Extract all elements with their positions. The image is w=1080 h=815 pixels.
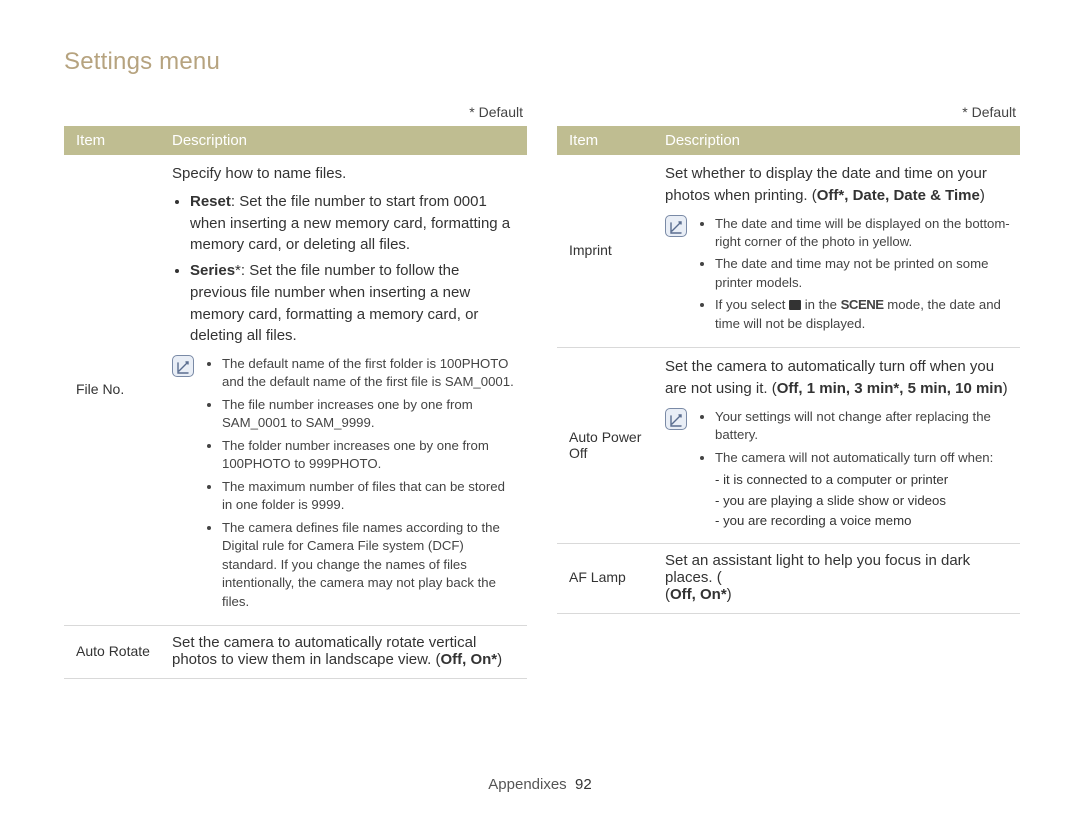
scene-note-mid: in the (801, 297, 841, 312)
bullet-name: Series (190, 262, 235, 279)
auto-rotate-text: Set the camera to automatically rotate v… (172, 634, 476, 668)
frame-icon (789, 300, 801, 310)
item-label-auto-power-off: Auto Power Off (557, 348, 653, 543)
scene-word: SCENE (841, 297, 884, 312)
description-cell-auto-rotate: Set the camera to automatically rotate v… (160, 626, 527, 679)
af-lamp-text: Set an assistant light to help you focus… (665, 552, 970, 586)
header-item: Item (557, 126, 653, 155)
list-item: The file number increases one by one fro… (222, 396, 517, 433)
description-cell-af-lamp: Set an assistant light to help you focus… (653, 543, 1020, 613)
bullet-text: : Set the file number to start from 0001… (190, 193, 510, 254)
right-column: * Default Item Description Imprint Set w… (557, 104, 1020, 679)
left-column: * Default Item Description File No. Spec… (64, 104, 527, 679)
note-icon (665, 215, 687, 237)
list-item: The date and time will be displayed on t… (715, 215, 1010, 252)
file-no-main-list: Reset: Set the file number to start from… (172, 191, 517, 347)
list-item: The default name of the first folder is … (222, 355, 517, 392)
apo-options: Off, 1 min, 3 min*, 5 min, 10 min (777, 380, 1003, 397)
list-item: If you select in the SCENE mode, the dat… (715, 296, 1010, 333)
document-page: Settings menu * Default Item Description… (0, 0, 1080, 815)
list-item: Series*: Set the file number to follow t… (190, 260, 517, 347)
description-cell-auto-power-off: Set the camera to automatically turn off… (653, 348, 1020, 543)
default-note: * Default (557, 104, 1020, 120)
note-block: The date and time will be displayed on t… (665, 215, 1010, 338)
list-item: The camera defines file names according … (222, 519, 517, 611)
table-header-row: Item Description (64, 126, 527, 155)
table-row: AF Lamp Set an assistant light to help y… (557, 543, 1020, 613)
imprint-notes: The date and time will be displayed on t… (697, 215, 1010, 338)
description-cell-file-no: Specify how to name files. Reset: Set th… (160, 155, 527, 626)
item-label-file-no: File No. (64, 155, 160, 626)
af-lamp-options: Off, On* (670, 586, 727, 603)
bullet-name: Reset (190, 193, 231, 210)
list-item: The maximum number of files that can be … (222, 478, 517, 515)
imprint-intro: Set whether to display the date and time… (665, 163, 1010, 207)
header-description: Description (653, 126, 1020, 155)
list-item: Reset: Set the file number to start from… (190, 191, 517, 256)
header-description: Description (160, 126, 527, 155)
list-item: you are playing a slide show or videos (715, 492, 1010, 510)
table-row: File No. Specify how to name files. Rese… (64, 155, 527, 626)
list-item: it is connected to a computer or printer (715, 471, 1010, 489)
apo-sub-notes: it is connected to a computer or printer… (697, 471, 1010, 530)
auto-rotate-options: Off, On* (440, 651, 497, 668)
table-row: Auto Rotate Set the camera to automatica… (64, 626, 527, 679)
list-item: The date and time may not be printed on … (715, 255, 1010, 292)
table-row: Auto Power Off Set the camera to automat… (557, 348, 1020, 543)
item-label-af-lamp: AF Lamp (557, 543, 653, 613)
content-columns: * Default Item Description File No. Spec… (64, 104, 1020, 679)
table-header-row: Item Description (557, 126, 1020, 155)
page-title: Settings menu (64, 48, 1020, 76)
apo-notes-wrap: Your settings will not change after repl… (697, 408, 1010, 533)
note-block: The default name of the first folder is … (172, 355, 517, 615)
table-row: Imprint Set whether to display the date … (557, 155, 1020, 348)
list-item: Your settings will not change after repl… (715, 408, 1010, 445)
close-paren: ) (497, 651, 502, 668)
close-paren: ) (980, 187, 985, 204)
list-item: The folder number increases one by one f… (222, 437, 517, 474)
settings-table-left: Item Description File No. Specify how to… (64, 126, 527, 679)
note-icon (665, 408, 687, 430)
list-item: you are recording a voice memo (715, 512, 1010, 530)
default-note: * Default (64, 104, 527, 120)
item-label-auto-rotate: Auto Rotate (64, 626, 160, 679)
description-cell-imprint: Set whether to display the date and time… (653, 155, 1020, 348)
imprint-options: Off*, Date, Date & Time (817, 187, 980, 204)
note-block: Your settings will not change after repl… (665, 408, 1010, 533)
page-footer: Appendixes 92 (0, 776, 1080, 793)
footer-section: Appendixes (488, 776, 566, 793)
close-paren: ) (727, 586, 732, 603)
footer-page-number: 92 (575, 776, 592, 793)
header-item: Item (64, 126, 160, 155)
apo-intro: Set the camera to automatically turn off… (665, 356, 1010, 400)
file-no-intro: Specify how to name files. (172, 163, 517, 185)
list-item: The camera will not automatically turn o… (715, 449, 1010, 467)
file-no-notes: The default name of the first folder is … (204, 355, 517, 615)
scene-note-pre: If you select (715, 297, 789, 312)
item-label-imprint: Imprint (557, 155, 653, 348)
note-icon (172, 355, 194, 377)
close-paren: ) (1003, 380, 1008, 397)
apo-notes: Your settings will not change after repl… (697, 408, 1010, 467)
settings-table-right: Item Description Imprint Set whether to … (557, 126, 1020, 614)
